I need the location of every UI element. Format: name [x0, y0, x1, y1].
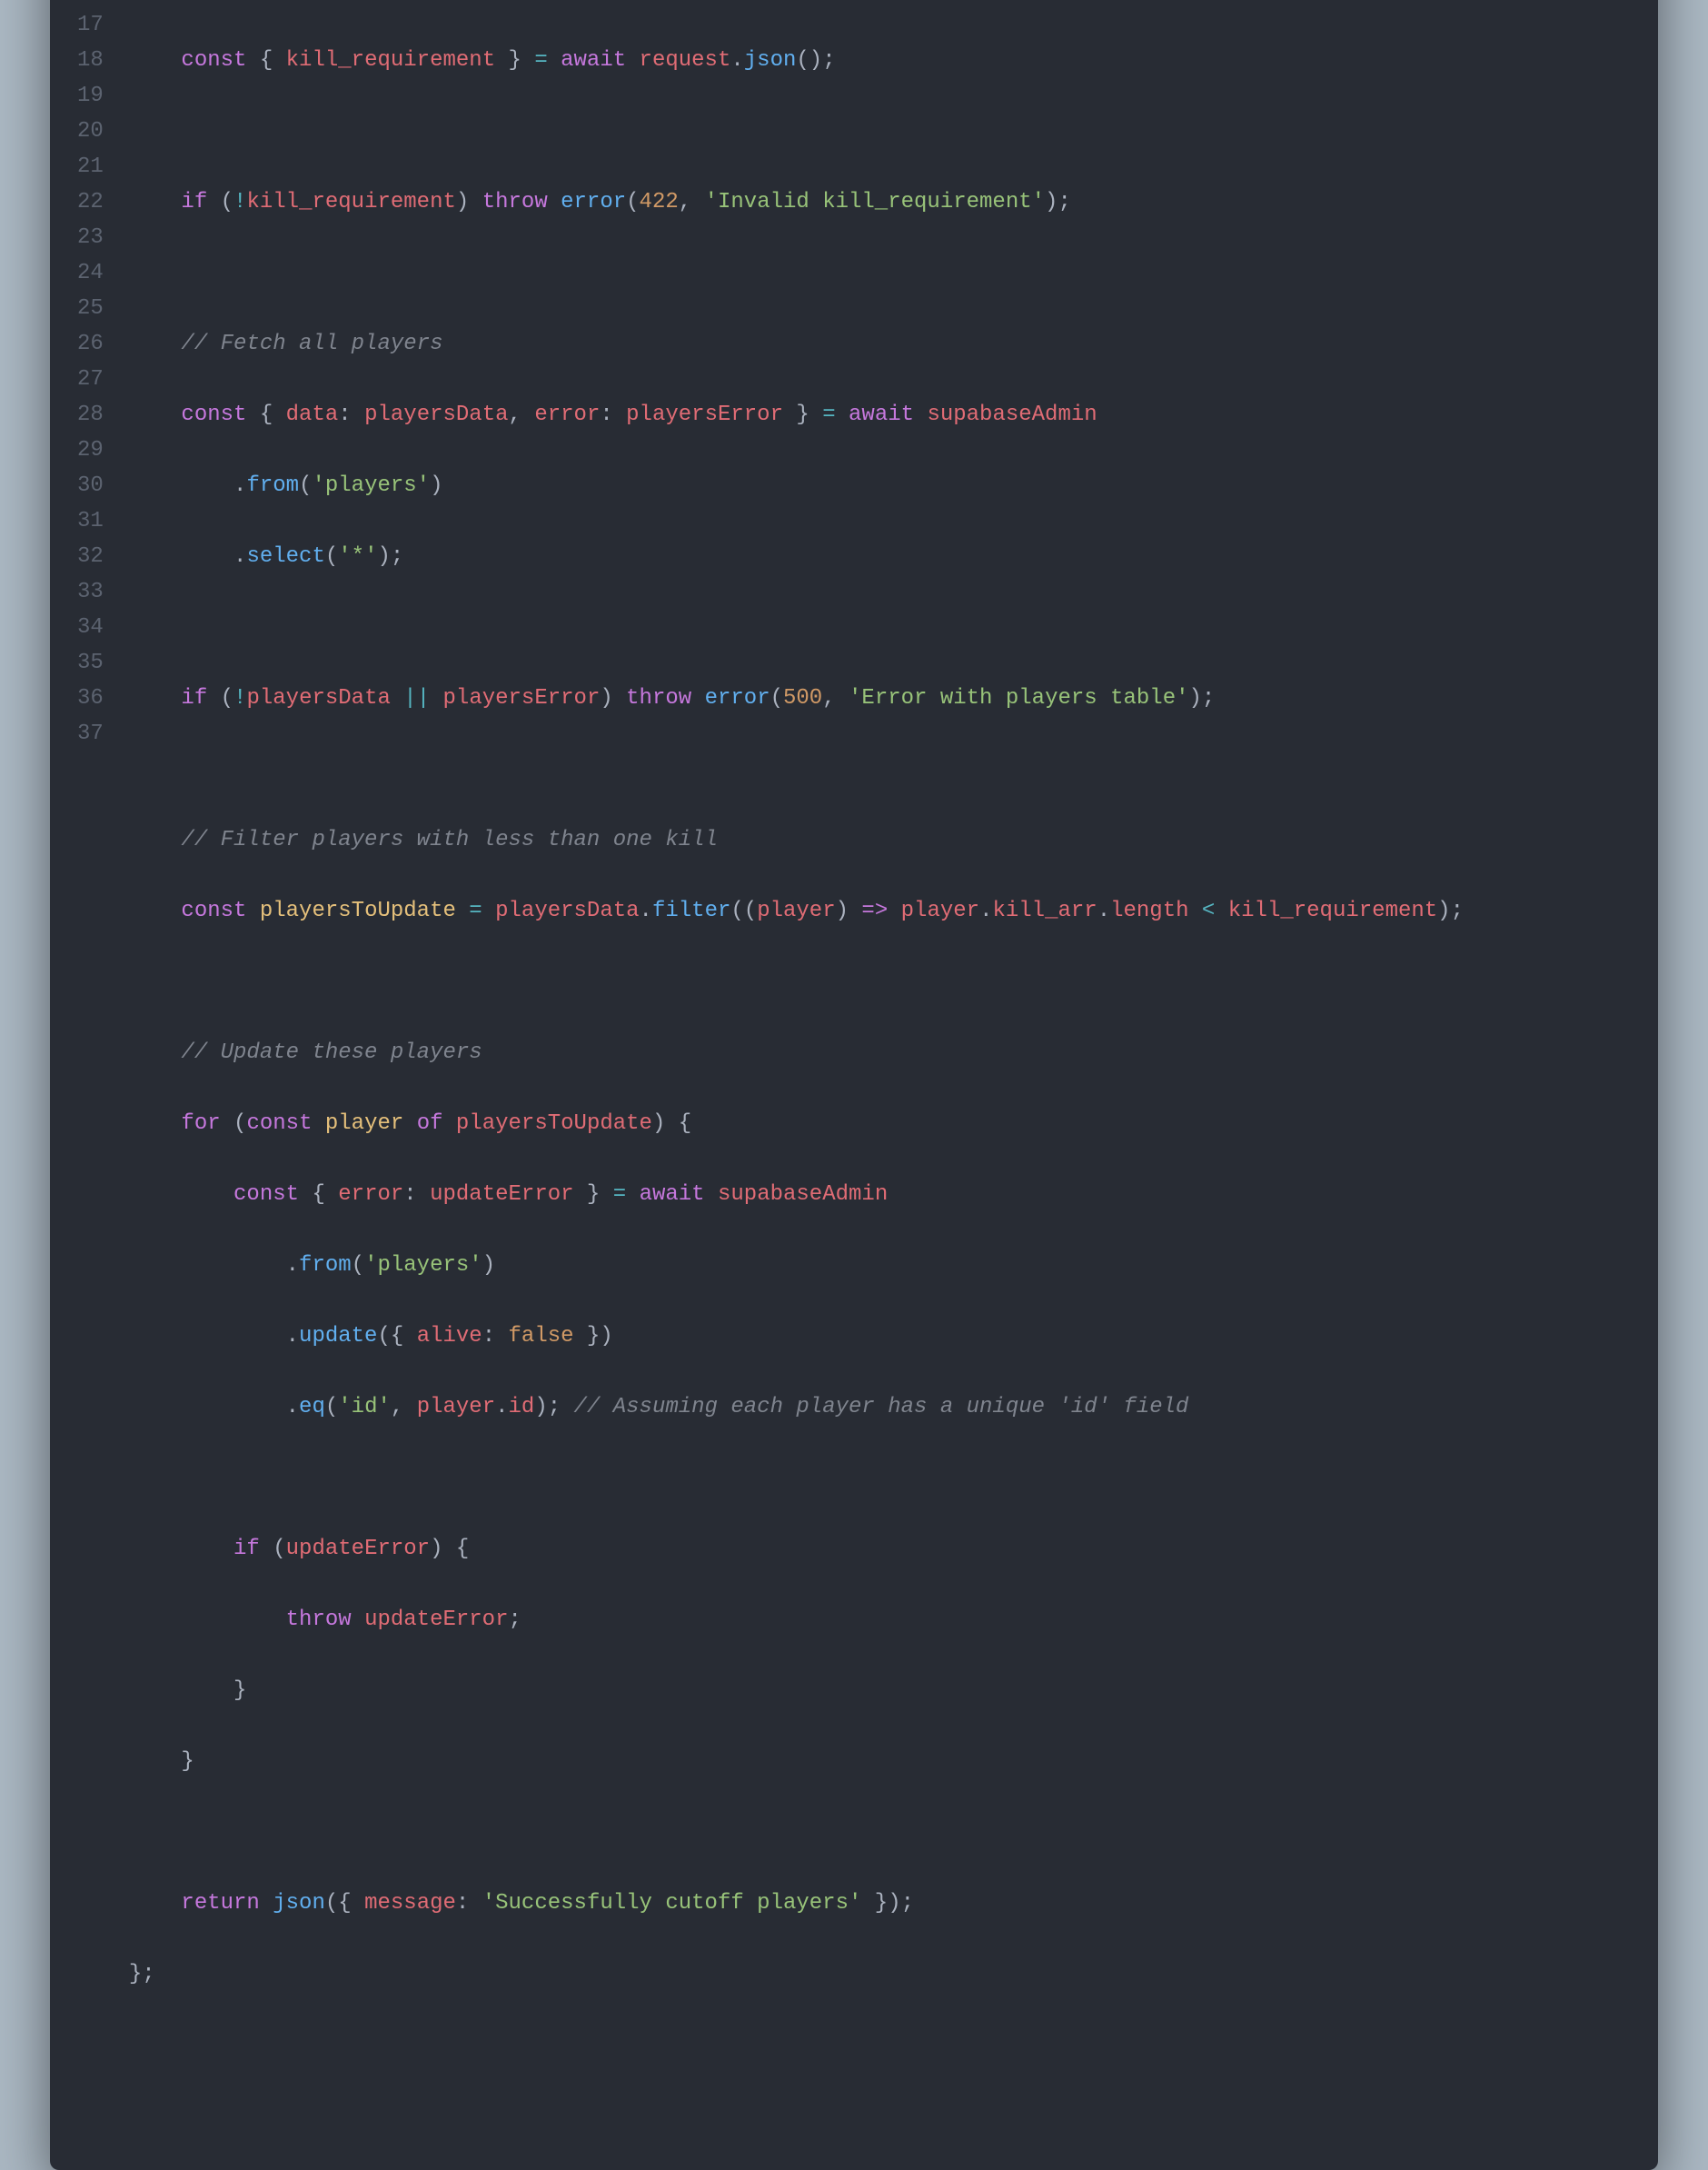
code-line: return json({ message: 'Successfully cut…	[129, 1886, 1464, 1921]
code-line: .from('players')	[129, 1248, 1464, 1283]
line-number: 23	[77, 220, 104, 255]
code-line: if (!playersData || playersError) throw …	[129, 681, 1464, 716]
line-number: 30	[77, 468, 104, 503]
code-line	[129, 1815, 1464, 1850]
line-number-gutter: 1234567891011121314151617181920212223242…	[77, 0, 129, 2134]
line-number: 37	[77, 716, 104, 752]
code-line: // Fetch all players	[129, 326, 1464, 362]
code-line	[129, 610, 1464, 645]
code-line: const { error: updateError } = await sup…	[129, 1177, 1464, 1212]
code-line: for (const player of playersToUpdate) {	[129, 1106, 1464, 1141]
line-number: 21	[77, 149, 104, 184]
line-number: 32	[77, 539, 104, 574]
code-line: .update({ alive: false })	[129, 1319, 1464, 1354]
code-editor[interactable]: 1234567891011121314151617181920212223242…	[50, 0, 1658, 2170]
line-number: 34	[77, 610, 104, 645]
code-line: const { data: playersData, error: player…	[129, 397, 1464, 433]
line-number: 24	[77, 255, 104, 291]
code-line: const { kill_requirement } = await reque…	[129, 43, 1464, 78]
line-number: 36	[77, 681, 104, 716]
code-line: throw updateError;	[129, 1602, 1464, 1637]
code-line	[129, 255, 1464, 291]
code-line: const playersToUpdate = playersData.filt…	[129, 893, 1464, 929]
code-line: // Update these players	[129, 1035, 1464, 1070]
code-line	[129, 964, 1464, 1000]
line-number: 26	[77, 326, 104, 362]
code-line: if (!kill_requirement) throw error(422, …	[129, 184, 1464, 220]
code-line	[129, 752, 1464, 787]
code-line: }	[129, 1744, 1464, 1779]
line-number: 33	[77, 574, 104, 610]
code-line	[129, 114, 1464, 149]
line-number: 29	[77, 433, 104, 468]
code-content[interactable]: import { error, json } from '@sveltejs/k…	[129, 0, 1464, 2134]
code-line: };	[129, 1956, 1464, 1992]
code-line	[129, 2027, 1464, 2063]
code-line: // Filter players with less than one kil…	[129, 822, 1464, 858]
line-number: 18	[77, 43, 104, 78]
line-number: 31	[77, 503, 104, 539]
code-line: }	[129, 1673, 1464, 1708]
code-window: 1234567891011121314151617181920212223242…	[50, 0, 1658, 2170]
line-number: 22	[77, 184, 104, 220]
line-number: 25	[77, 291, 104, 326]
code-line	[129, 0, 1464, 7]
line-number: 28	[77, 397, 104, 433]
code-line: .from('players')	[129, 468, 1464, 503]
line-number: 20	[77, 114, 104, 149]
line-number: 16	[77, 0, 104, 7]
code-line: if (updateError) {	[129, 1531, 1464, 1567]
code-line	[129, 1460, 1464, 1496]
code-line: .select('*');	[129, 539, 1464, 574]
line-number: 35	[77, 645, 104, 681]
line-number: 19	[77, 78, 104, 114]
code-line: .eq('id', player.id); // Assuming each p…	[129, 1389, 1464, 1425]
line-number: 27	[77, 362, 104, 397]
line-number: 17	[77, 7, 104, 43]
